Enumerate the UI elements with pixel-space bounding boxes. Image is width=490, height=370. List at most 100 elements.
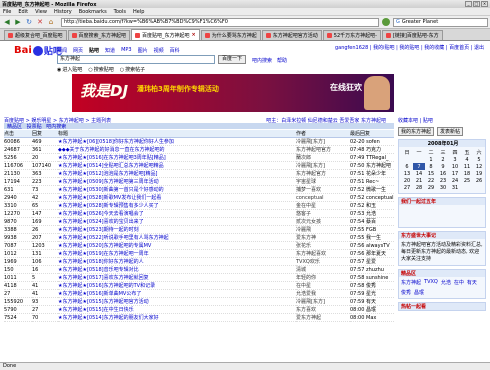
- calendar-day[interactable]: 6: [401, 163, 413, 170]
- row-title[interactable]: ★东方神起★[0509]东方神起吧第三周年活动: [58, 177, 296, 186]
- back-arrow-icon[interactable]: ◀: [2, 17, 12, 27]
- row-title[interactable]: ★东方神起★[0514]东方神起的朋友们大家好: [58, 313, 296, 322]
- menu-file[interactable]: File: [3, 9, 11, 15]
- row-last-reply[interactable]: 07:57 zhuzhu: [350, 265, 394, 274]
- row-title[interactable]: ★东方神起★[0523]期待一起的时刻: [58, 225, 296, 234]
- search-nav-web[interactable]: 网页: [73, 47, 83, 54]
- row-title[interactable]: ★东方神起★[0518]你好东方神起的人: [58, 257, 296, 266]
- ad-banner[interactable]: 我是DJ 潘玮柏3周年制作专辑活动 在线狂欢: [72, 74, 394, 112]
- calendar-day[interactable]: 9: [437, 163, 449, 170]
- calendar-day[interactable]: 21: [413, 177, 425, 184]
- row-title[interactable]: ★东方神起★[0515]在中生日快乐: [58, 305, 296, 314]
- calendar-day[interactable]: 10: [449, 163, 461, 170]
- go-icon[interactable]: [382, 18, 390, 26]
- in-bar-search-link[interactable]: 吧内搜索: [252, 57, 272, 64]
- row-author[interactable]: 张花乐: [296, 241, 350, 250]
- maximize-button[interactable]: □: [473, 1, 480, 7]
- calendar-day[interactable]: 2: [437, 156, 449, 163]
- calendar-day[interactable]: 27: [401, 184, 413, 191]
- row-last-reply[interactable]: 07:59 有天: [350, 297, 394, 306]
- help-link[interactable]: 帮助: [277, 57, 287, 64]
- search-box[interactable]: G Greater Planet: [393, 17, 488, 27]
- search-nav-baike[interactable]: 百科: [170, 47, 180, 54]
- featured-tag-link[interactable]: 昌珉: [414, 289, 424, 296]
- calendar-day[interactable]: 5: [473, 156, 485, 163]
- tab-1[interactable]: 百度搜索_东方神起吧: [67, 30, 131, 40]
- row-last-reply[interactable]: 07:52 和玉: [350, 201, 394, 210]
- row-last-reply[interactable]: 07:52 conceptual: [350, 193, 394, 202]
- calendar-day[interactable]: 11: [461, 163, 473, 170]
- search-nav-mp3[interactable]: MP3: [121, 47, 132, 54]
- row-title[interactable]: ★东方神起★[0530]新曲第一首只是个好感动的: [58, 185, 296, 194]
- row-author[interactable]: 东方神起吧官方: [296, 145, 350, 154]
- menu-view[interactable]: View: [35, 9, 47, 15]
- row-title[interactable]: ★东方神起★[0516]在东方神起吧3周年贴[精品]: [58, 153, 296, 162]
- close-tab-icon[interactable]: ×: [192, 32, 196, 38]
- row-title[interactable]: ★东方神起★[0514]全贴吧汇总东方神起吧精品: [58, 161, 296, 170]
- search-nav-news[interactable]: 新闻: [57, 47, 67, 54]
- featured-tag-link[interactable]: 俊秀: [401, 289, 411, 296]
- search-nav-tieba[interactable]: 贴吧: [89, 47, 99, 54]
- calendar-day[interactable]: 26: [473, 177, 485, 184]
- row-author[interactable]: 捕梦一喜欢: [296, 185, 350, 194]
- tab-5[interactable]: 52千万东方神起吧-: [322, 30, 381, 40]
- menu-edit[interactable]: Edit: [18, 9, 28, 15]
- row-author[interactable]: 冷麗飛[东方]: [296, 137, 350, 146]
- row-last-reply[interactable]: 07:59 星光: [350, 289, 394, 298]
- row-last-reply[interactable]: 07:50 东方神起吧: [350, 161, 394, 170]
- calendar-day[interactable]: 16: [437, 170, 449, 177]
- search-nav-images[interactable]: 图片: [138, 47, 148, 54]
- search-button[interactable]: 百度一下: [218, 55, 246, 64]
- menu-help[interactable]: Help: [133, 9, 144, 15]
- calendar-day[interactable]: 17: [449, 170, 461, 177]
- row-author[interactable]: 爱东方神: [296, 233, 350, 242]
- row-author[interactable]: 年轻的你: [296, 273, 350, 282]
- row-last-reply[interactable]: 08:00 昌珉: [350, 305, 394, 314]
- home-icon[interactable]: ⌂: [46, 17, 56, 27]
- close-button[interactable]: ×: [481, 1, 488, 7]
- calendar-day[interactable]: 8: [425, 163, 437, 170]
- row-title[interactable]: ★东方神起★[0524]喜欢的宝贝出来了: [58, 217, 296, 226]
- search-engine-icon[interactable]: G: [396, 19, 400, 26]
- baidu-logo[interactable]: Bai 贴吧: [14, 44, 62, 57]
- calendar-day[interactable]: 3: [449, 156, 461, 163]
- row-last-reply[interactable]: 07:56 alwaysTV: [350, 241, 394, 250]
- row-last-reply[interactable]: 07:55 我一生: [350, 233, 394, 242]
- tab-3[interactable]: 为什么要骂东方神起: [200, 30, 261, 40]
- calendar-day[interactable]: 24: [449, 177, 461, 184]
- row-author[interactable]: 东方喜欢: [296, 305, 350, 314]
- row-author[interactable]: conceptual: [296, 193, 350, 202]
- menu-history[interactable]: History: [54, 9, 72, 15]
- row-last-reply[interactable]: 07:51 Rec~: [350, 177, 394, 186]
- tab-4[interactable]: 东方神起吧官方活动: [261, 30, 322, 40]
- row-last-reply[interactable]: 07:49 TTRegal_: [350, 153, 394, 162]
- featured-tag-link[interactable]: TVXQ: [424, 279, 438, 286]
- calendar-day[interactable]: 22: [425, 177, 437, 184]
- row-author[interactable]: 东方神起官方: [296, 169, 350, 178]
- row-author[interactable]: 允浩爱我: [296, 289, 350, 298]
- row-author[interactable]: 爱东方神起: [296, 313, 350, 322]
- row-title[interactable]: ★东方神起★[0518]音乐吧专辑对比: [58, 265, 296, 274]
- calendar-day[interactable]: 14: [413, 170, 425, 177]
- row-title[interactable]: ★东方神起★[0516]新单曲MV公布了: [58, 289, 296, 298]
- row-title[interactable]: ★东方神起★[0528]新专辑预售有多少人买了: [58, 201, 296, 210]
- minimize-button[interactable]: _: [465, 1, 472, 7]
- calendar-day[interactable]: 28: [413, 184, 425, 191]
- row-title[interactable]: ★东方神起★[0516]东方神起吧的TV和记录: [58, 281, 296, 290]
- tieba-search-input[interactable]: 东方神起: [57, 55, 215, 64]
- calendar-day[interactable]: 19: [473, 170, 485, 177]
- featured-tag-link[interactable]: 允浩: [441, 279, 451, 286]
- row-last-reply[interactable]: 07:51 花朵少年: [350, 169, 394, 178]
- row-last-reply[interactable]: 07:52 微歌一生: [350, 185, 394, 194]
- my-bar-button[interactable]: 我的东方神起: [398, 127, 435, 136]
- row-title[interactable]: ★东方神起★[0515]东方神起吧官方活动: [58, 297, 296, 306]
- row-last-reply[interactable]: 07:56 那年夏天: [350, 249, 394, 258]
- row-last-reply[interactable]: 07:58 俊秀: [350, 281, 394, 290]
- row-author[interactable]: 悠客子: [296, 209, 350, 218]
- row-last-reply[interactable]: 07:58 sunshine: [350, 273, 394, 282]
- row-author[interactable]: 冷麗飛[东方]: [296, 161, 350, 170]
- featured-tag-link[interactable]: 东方神起: [401, 279, 421, 286]
- row-last-reply[interactable]: 08:00 Max: [350, 313, 394, 322]
- stop-icon[interactable]: ✕: [35, 17, 45, 27]
- tab-2[interactable]: 百度贴吧_东方神起吧 ×: [131, 29, 200, 40]
